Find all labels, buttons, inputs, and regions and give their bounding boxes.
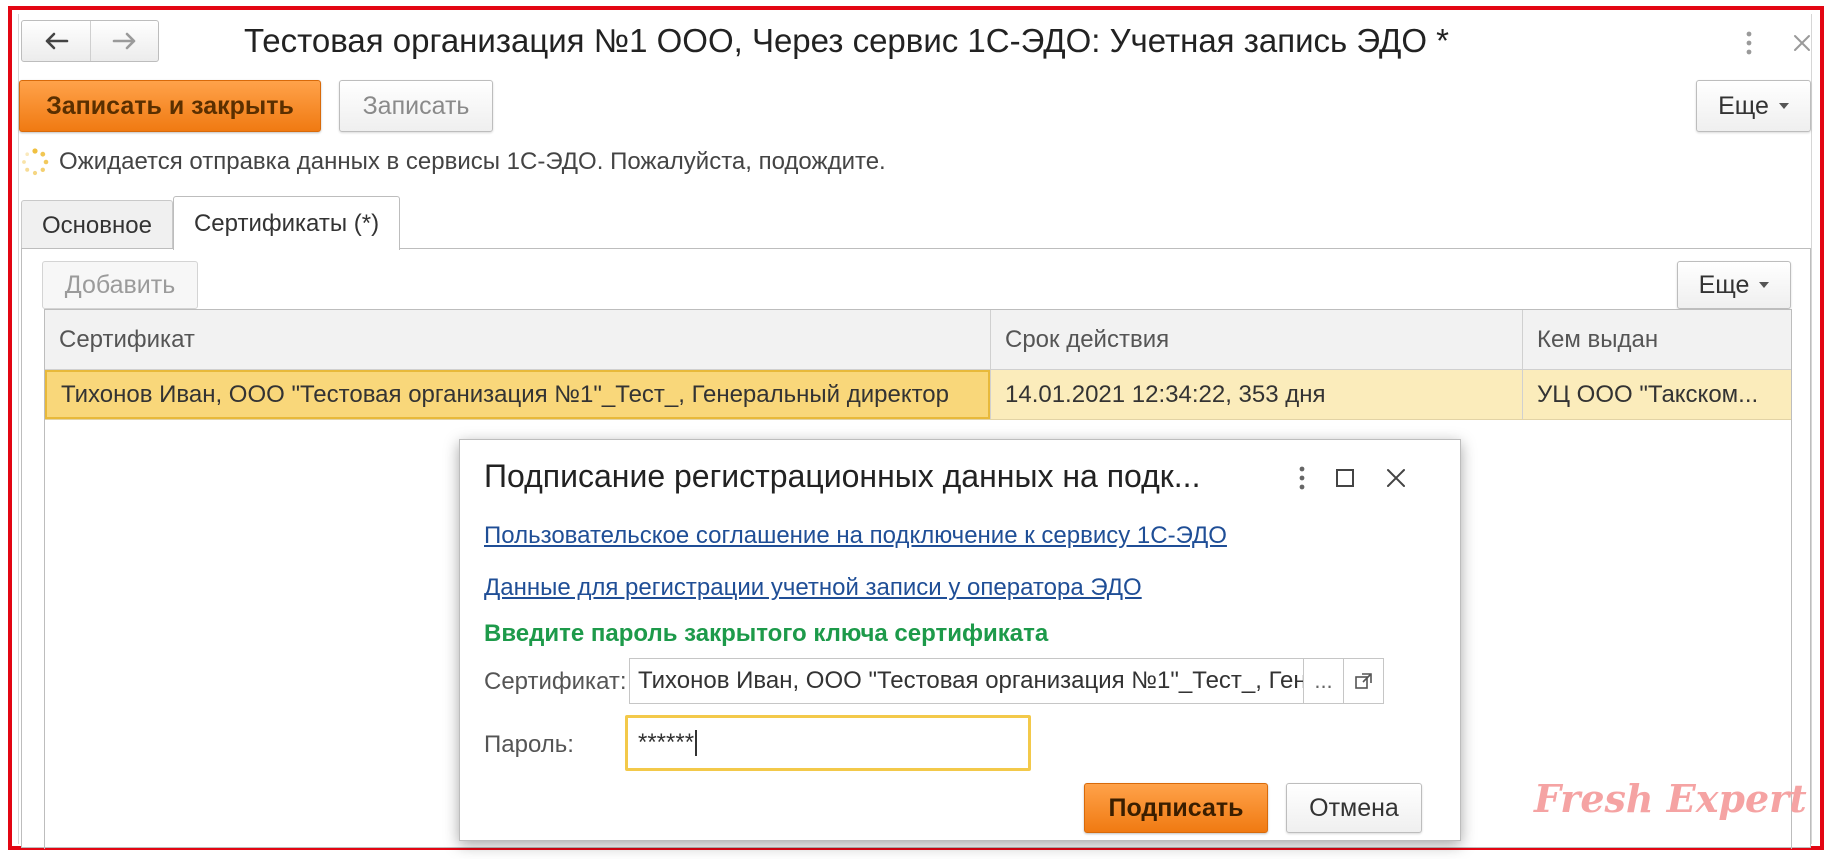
column-header-certificate[interactable]: Сертификат bbox=[45, 310, 990, 369]
cell-issuer[interactable]: УЦ ООО "Такском... bbox=[1522, 370, 1791, 419]
navigation-buttons bbox=[21, 20, 159, 62]
certificate-field[interactable]: Тихонов Иван, ООО "Тестовая организация … bbox=[629, 658, 1384, 704]
form-window: Тестовая организация №1 ООО, Через серви… bbox=[18, 14, 1815, 849]
column-header-validity[interactable]: Срок действия bbox=[990, 310, 1522, 369]
open-certificate-button[interactable] bbox=[1343, 659, 1383, 703]
dialog-title: Подписание регистрационных данных на под… bbox=[484, 458, 1201, 494]
tab-main[interactable]: Основное bbox=[21, 200, 173, 250]
arrow-left-icon bbox=[45, 32, 69, 50]
column-header-issuer[interactable]: Кем выдан bbox=[1522, 310, 1791, 369]
arrow-right-icon bbox=[112, 32, 135, 50]
more-label: Еще bbox=[1718, 91, 1769, 120]
tab-bar: Основное Сертификаты (*) bbox=[21, 196, 401, 250]
registration-data-link[interactable]: Данные для регистрации учетной записи у … bbox=[484, 574, 1142, 602]
watermark: Fresh Expert bbox=[1534, 776, 1807, 821]
maximize-icon[interactable] bbox=[1332, 464, 1358, 492]
table-row[interactable]: Тихонов Иван, ООО "Тестовая организация … bbox=[45, 370, 1791, 420]
more-button[interactable]: Еще bbox=[1696, 80, 1811, 132]
tab-certificates[interactable]: Сертификаты (*) bbox=[172, 196, 401, 250]
loading-spinner-icon bbox=[22, 148, 49, 176]
chevron-down-icon bbox=[1778, 103, 1789, 109]
status-message: Ожидается отправка данных в сервисы 1С-Э… bbox=[21, 148, 886, 176]
cell-certificate[interactable]: Тихонов Иван, ООО "Тестовая организация … bbox=[45, 370, 990, 419]
close-icon[interactable] bbox=[1382, 464, 1410, 492]
password-value: ****** bbox=[638, 729, 695, 756]
panel-more-button[interactable]: Еще bbox=[1677, 261, 1791, 309]
panel-more-label: Еще bbox=[1698, 270, 1750, 299]
certificate-label: Сертификат: bbox=[484, 668, 627, 695]
save-button[interactable]: Записать bbox=[339, 80, 493, 132]
forward-button[interactable] bbox=[90, 21, 158, 61]
password-label: Пароль: bbox=[484, 731, 574, 758]
table-header: Сертификат Срок действия Кем выдан bbox=[45, 310, 1791, 370]
cell-validity[interactable]: 14.01.2021 12:34:22, 353 дня bbox=[990, 370, 1522, 419]
open-icon bbox=[1354, 673, 1372, 689]
save-and-close-button[interactable]: Записать и закрыть bbox=[19, 80, 321, 132]
sign-dialog: Подписание регистрационных данных на под… bbox=[459, 439, 1461, 841]
more-vertical-icon[interactable] bbox=[1739, 28, 1759, 58]
sign-button[interactable]: Подписать bbox=[1084, 783, 1268, 833]
certificate-value: Тихонов Иван, ООО "Тестовая организация … bbox=[638, 667, 1303, 694]
back-button[interactable] bbox=[22, 21, 90, 61]
cancel-button[interactable]: Отмена bbox=[1286, 783, 1422, 833]
password-prompt: Введите пароль закрытого ключа сертифика… bbox=[484, 620, 1049, 647]
agreement-link[interactable]: Пользовательское соглашение на подключен… bbox=[484, 522, 1227, 550]
choose-certificate-button[interactable]: ... bbox=[1303, 659, 1343, 703]
add-button[interactable]: Добавить bbox=[42, 261, 198, 309]
chevron-down-icon bbox=[1759, 282, 1770, 288]
more-vertical-icon[interactable] bbox=[1292, 464, 1312, 492]
text-cursor bbox=[695, 730, 698, 756]
close-icon[interactable] bbox=[1789, 28, 1815, 58]
password-field[interactable]: ****** bbox=[625, 715, 1031, 771]
status-text: Ожидается отправка данных в сервисы 1С-Э… bbox=[59, 148, 886, 175]
window-title: Тестовая организация №1 ООО, Через серви… bbox=[244, 22, 1450, 59]
